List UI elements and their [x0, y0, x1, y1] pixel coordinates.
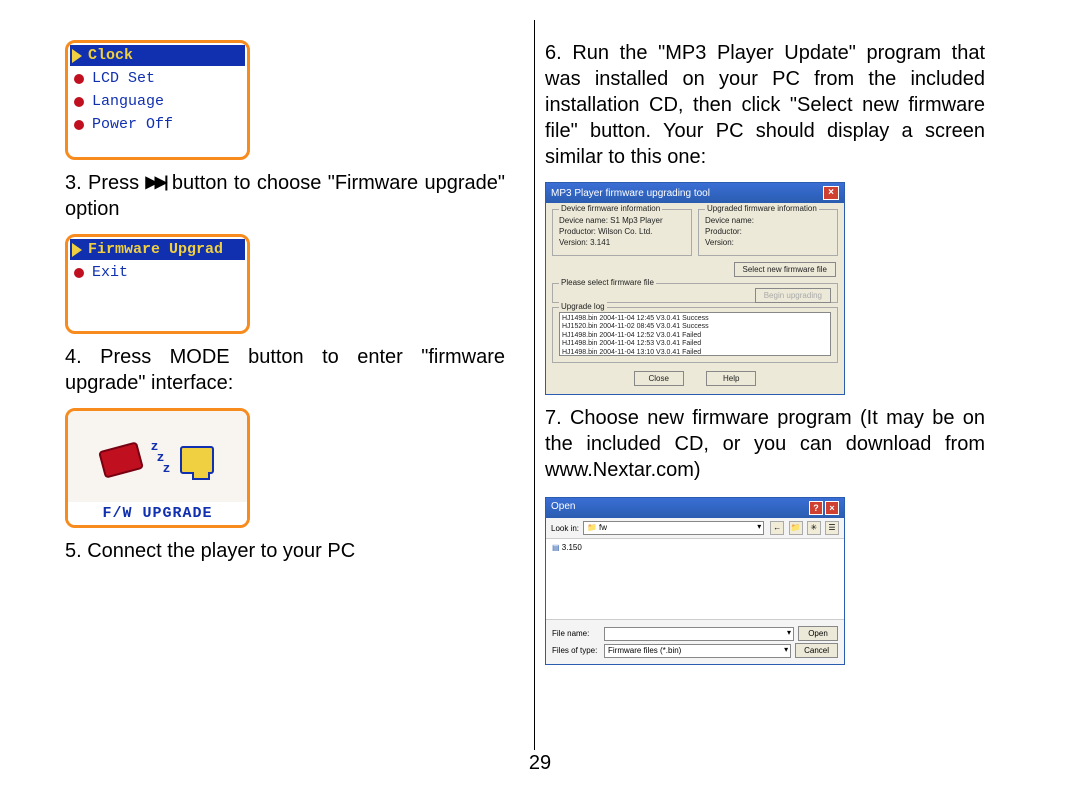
close-icon[interactable]: × [825, 501, 839, 515]
filename-input[interactable] [604, 627, 794, 641]
dialog-title: Open [551, 501, 575, 515]
back-icon[interactable]: ← [770, 521, 784, 535]
filetype-combo[interactable]: Firmware files (*.bin) [604, 644, 791, 658]
info-row: Version: 3.141 [559, 238, 685, 247]
up-folder-icon[interactable]: 📁 [789, 521, 803, 535]
step-3-text: 3. Press ▶▶| button to choose "Firmware … [65, 170, 505, 222]
firmware-tool-dialog: MP3 Player firmware upgrading tool × Dev… [545, 182, 845, 395]
lookin-combo[interactable]: 📁fw [583, 521, 764, 535]
step-5-text: 5. Connect the player to your PC [65, 538, 505, 564]
filetype-label: Files of type: [552, 646, 600, 655]
step-7-text: 7. Choose new firmware program (It may b… [545, 405, 985, 483]
menu2-item: Exit [70, 260, 245, 283]
cancel-button[interactable]: Cancel [795, 643, 838, 658]
info-row: Device name: [705, 216, 831, 225]
upgraded-info-group: Upgraded firmware information Device nam… [698, 209, 838, 256]
dialog-title: MP3 Player firmware upgrading tool [551, 188, 710, 199]
file-open-dialog: Open ? × Look in: 📁fw ← 📁 ✳ ☰ 3.150 [545, 497, 845, 665]
new-folder-icon[interactable]: ✳ [807, 521, 821, 535]
menu1-item-label: LCD Set [92, 70, 155, 87]
filename-label: File name: [552, 629, 600, 638]
open-button[interactable]: Open [798, 626, 838, 641]
bullet-icon [74, 74, 84, 84]
group-legend: Upgraded firmware information [705, 204, 819, 213]
group-legend: Upgrade log [559, 302, 607, 311]
device-fw-upgrade-screen: z z z F/W UPGRADE [65, 408, 250, 528]
device-info-group: Device firmware information Device name:… [552, 209, 692, 256]
fw-upgrade-label: F/W UPGRADE [68, 502, 247, 525]
info-row: Productor: [705, 227, 831, 236]
begin-upgrade-button[interactable]: Begin upgrading [755, 288, 831, 303]
play-triangle-icon [72, 243, 82, 257]
menu2-selected-label: Firmware Upgrad [88, 241, 223, 258]
select-firmware-button[interactable]: Select new firmware file [734, 262, 836, 277]
log-line: HJ1498.bin 2004-11-04 12:45 V3.0.41 Succ… [562, 315, 828, 323]
page-number: 29 [529, 752, 551, 775]
close-button[interactable]: Close [634, 371, 684, 386]
view-menu-icon[interactable]: ☰ [825, 521, 839, 535]
menu2-selected-row: Firmware Upgrad [70, 239, 245, 260]
dialog-titlebar: MP3 Player firmware upgrading tool × [546, 183, 844, 203]
menu1-selected-label: Clock [88, 47, 133, 64]
menu2-item-label: Exit [92, 264, 128, 281]
device-menu-2: Firmware Upgrad Exit [65, 234, 250, 334]
bullet-icon [74, 97, 84, 107]
file-item[interactable]: 3.150 [552, 543, 838, 552]
open-dialog-toolbar: Look in: 📁fw ← 📁 ✳ ☰ [546, 518, 844, 539]
help-icon[interactable]: ? [809, 501, 823, 515]
file-list-area[interactable]: 3.150 [546, 539, 844, 619]
left-column: Clock LCD Set Language Power Off 3. Pres… [45, 40, 525, 765]
log-line: HJ1498.bin 2004-11-04 13:10 V3.0.41 Fail… [562, 349, 828, 356]
menu1-item: LCD Set [70, 66, 245, 89]
sleep-z-icon: z [163, 461, 171, 476]
info-row: Version: [705, 238, 831, 247]
log-list: HJ1498.bin 2004-11-04 12:45 V3.0.41 Succ… [559, 312, 831, 356]
info-row: Device name: S1 Mp3 Player [559, 216, 685, 225]
select-file-group: Please select firmware file Begin upgrad… [552, 283, 838, 303]
toolbar-icons: ← 📁 ✳ ☰ [768, 521, 839, 535]
close-icon[interactable]: × [823, 186, 839, 200]
monitor-icon [180, 446, 214, 474]
menu1-item-label: Power Off [92, 116, 173, 133]
menu1-selected-row: Clock [70, 45, 245, 66]
lookin-label: Look in: [551, 524, 579, 533]
step-4-text: 4. Press MODE button to enter "firmware … [65, 344, 505, 396]
log-line: HJ1520.bin 2004-11-02 08:45 V3.0.41 Succ… [562, 323, 828, 331]
dialog-titlebar: Open ? × [546, 498, 844, 518]
step-6-text: 6. Run the "MP3 Player Update" program t… [545, 40, 985, 170]
info-row: Productor: Wilson Co. Ltd. [559, 227, 685, 236]
log-line: HJ1498.bin 2004-11-04 12:53 V3.0.41 Fail… [562, 340, 828, 348]
log-line: HJ1498.bin 2004-11-04 12:52 V3.0.41 Fail… [562, 332, 828, 340]
upgrade-log-group: Upgrade log HJ1498.bin 2004-11-04 12:45 … [552, 307, 838, 363]
mp3-player-icon [98, 441, 144, 478]
menu1-item-label: Language [92, 93, 164, 110]
bullet-icon [74, 120, 84, 130]
fast-forward-icon: ▶▶| [145, 173, 165, 194]
help-button[interactable]: Help [706, 371, 756, 386]
play-triangle-icon [72, 49, 82, 63]
group-legend: Please select firmware file [559, 278, 656, 287]
right-column: 6. Run the "MP3 Player Update" program t… [525, 40, 1005, 765]
device-menu-1: Clock LCD Set Language Power Off [65, 40, 250, 160]
menu1-item: Language [70, 89, 245, 112]
column-divider [534, 20, 535, 750]
group-legend: Device firmware information [559, 204, 662, 213]
bullet-icon [74, 268, 84, 278]
menu1-item: Power Off [70, 112, 245, 135]
